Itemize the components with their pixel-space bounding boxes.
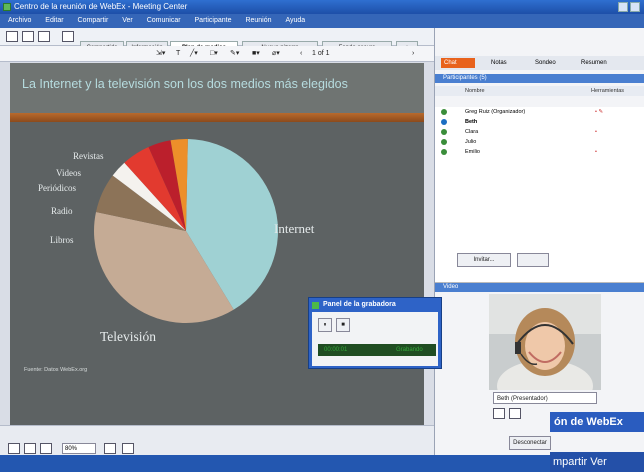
app-icon	[3, 3, 11, 11]
participant-name: Emilio	[465, 149, 480, 155]
recorder-state: Grabando	[396, 347, 423, 353]
zoom-tool-icon[interactable]	[104, 443, 116, 454]
participant-name: Julio	[465, 139, 477, 145]
pie-label-revistas: Revistas	[73, 151, 104, 161]
status-dot	[441, 119, 447, 125]
pie-label-videos: Videos	[56, 168, 81, 178]
pie-label-television: Televisión	[100, 329, 157, 344]
menu-ayuda[interactable]: Ayuda	[285, 17, 305, 24]
video-options-icon[interactable]	[493, 408, 505, 419]
menu-compartir[interactable]: Compartir	[78, 17, 109, 24]
status-dot	[441, 139, 447, 145]
recorder-status: 00:00:01 Grabando	[318, 344, 436, 356]
menu-participante[interactable]: Participante	[195, 17, 232, 24]
participant-row[interactable]: Greg Ruiz (Organizador) • ✎	[435, 107, 644, 117]
right-panel: Notas Sondeo Resumen Chat Participantes …	[434, 28, 644, 455]
column-tools[interactable]: Herramientas	[591, 86, 624, 96]
hand-icon: •	[595, 129, 597, 135]
participant-name: Beth	[465, 119, 478, 125]
menu-ver[interactable]: Ver	[122, 17, 133, 24]
presenter-select[interactable]: Beth (Presentador)	[493, 392, 597, 404]
annotation-toolbar: ⇲▾ T ╱▾ □▾ ✎▾ ■▾ ⌀▾ ‹ 1 of 1 ›	[0, 46, 434, 62]
presenter-video-image	[489, 294, 601, 390]
open-icon[interactable]	[22, 31, 34, 42]
recorder-body: ⏸ ■ 00:00:01 Grabando	[312, 312, 438, 366]
page-indicator[interactable]: 1 of 1	[312, 46, 330, 62]
menu-comunicar[interactable]: Comunicar	[147, 17, 181, 24]
menu-reunion[interactable]: Reunión	[245, 17, 271, 24]
pointer-tool-icon[interactable]: ⇲▾	[156, 46, 165, 62]
minimize-icon[interactable]	[618, 2, 628, 12]
video-feed	[489, 294, 601, 390]
summary-tab[interactable]: Resumen	[581, 56, 607, 70]
pie-label-radio: Radio	[51, 206, 73, 216]
status-dot	[441, 129, 447, 135]
participants-header[interactable]: Participantes (5)	[435, 74, 644, 83]
pen-icon: • ✎	[595, 109, 604, 115]
pause-button[interactable]: ⏸	[318, 318, 332, 332]
zoom-select[interactable]: 80%	[62, 443, 96, 454]
color-tool-icon[interactable]: ■▾	[252, 46, 260, 62]
shared-slide: La Internet y la televisión son los dos …	[10, 63, 424, 425]
status-dot	[441, 109, 447, 115]
menu-bar: Archivo Editar Compartir Ver Comunicar P…	[0, 14, 644, 28]
participant-row[interactable]: Clara •	[435, 127, 644, 137]
save-icon[interactable]	[38, 31, 50, 42]
pie-label-libros: Libros	[50, 235, 74, 245]
participant-list: Greg Ruiz (Organizador) • ✎ Beth Clara •…	[435, 107, 644, 283]
participant-row[interactable]: Beth	[435, 117, 644, 127]
next-page-icon[interactable]: ›	[412, 46, 414, 62]
recorder-time: 00:00:01	[324, 347, 348, 353]
rect-tool-icon[interactable]: □▾	[210, 46, 218, 62]
chat-tab[interactable]: Chat	[441, 58, 475, 68]
content-toolbar: Compartido Información Plan de medios Nu…	[0, 28, 434, 55]
stop-button[interactable]: ■	[336, 318, 350, 332]
product-banner: ón de WebEx	[550, 412, 644, 432]
notes-tab[interactable]: Notas	[491, 56, 507, 70]
window-title: Centro de la reunión de WebEx - Meeting …	[14, 2, 188, 11]
pen-tool-icon[interactable]: ✎▾	[230, 46, 239, 62]
leave-button[interactable]: Desconectar	[509, 436, 551, 450]
pie-label-periodicos: Periódicos	[38, 183, 76, 193]
line-tool-icon[interactable]: ╱▾	[190, 46, 198, 62]
recorder-icon	[312, 302, 319, 309]
window-titlebar: Centro de la reunión de WebEx - Meeting …	[0, 0, 644, 14]
thumbnail-view-icon[interactable]	[8, 443, 20, 454]
new-page-icon[interactable]	[6, 31, 18, 42]
product-banner-menu: mpartir Ver	[550, 452, 644, 472]
participant-row[interactable]: Emilio •	[435, 147, 644, 157]
text-tool-icon[interactable]: T	[176, 46, 180, 62]
poll-tab[interactable]: Sondeo	[535, 56, 556, 70]
page-view-icon[interactable]	[24, 443, 36, 454]
column-name[interactable]: Nombre	[465, 86, 485, 96]
share-icon[interactable]	[62, 31, 74, 42]
menu-archivo[interactable]: Archivo	[8, 17, 31, 24]
slide-source: Fuente: Datos WebEx.org	[24, 367, 88, 373]
video-header[interactable]: Video	[435, 283, 644, 292]
hand-icon: •	[595, 149, 597, 155]
recorder-title: Panel de la grabadora	[323, 301, 396, 308]
taskbar	[0, 455, 644, 472]
status-dot	[441, 149, 447, 155]
prev-page-icon[interactable]: ‹	[300, 46, 302, 62]
pie-label-internet: Internet	[274, 221, 315, 236]
recorder-panel: Panel de la grabadora ⏸ ■ 00:00:01 Graba…	[308, 297, 442, 369]
menu-editar[interactable]: Editar	[45, 17, 63, 24]
participants-columns: Nombre Herramientas	[435, 86, 644, 96]
eraser-tool-icon[interactable]: ⌀▾	[272, 46, 280, 62]
fullscreen-icon[interactable]	[509, 408, 521, 419]
disabled-button	[517, 253, 549, 267]
close-icon[interactable]	[630, 2, 640, 12]
fit-view-icon[interactable]	[40, 443, 52, 454]
participant-name: Greg Ruiz (Organizador)	[465, 109, 526, 115]
participant-row[interactable]: Julio	[435, 137, 644, 147]
invite-button[interactable]: Invitar...	[457, 253, 511, 267]
sync-icon[interactable]	[122, 443, 134, 454]
participant-name: Clara	[465, 129, 479, 135]
